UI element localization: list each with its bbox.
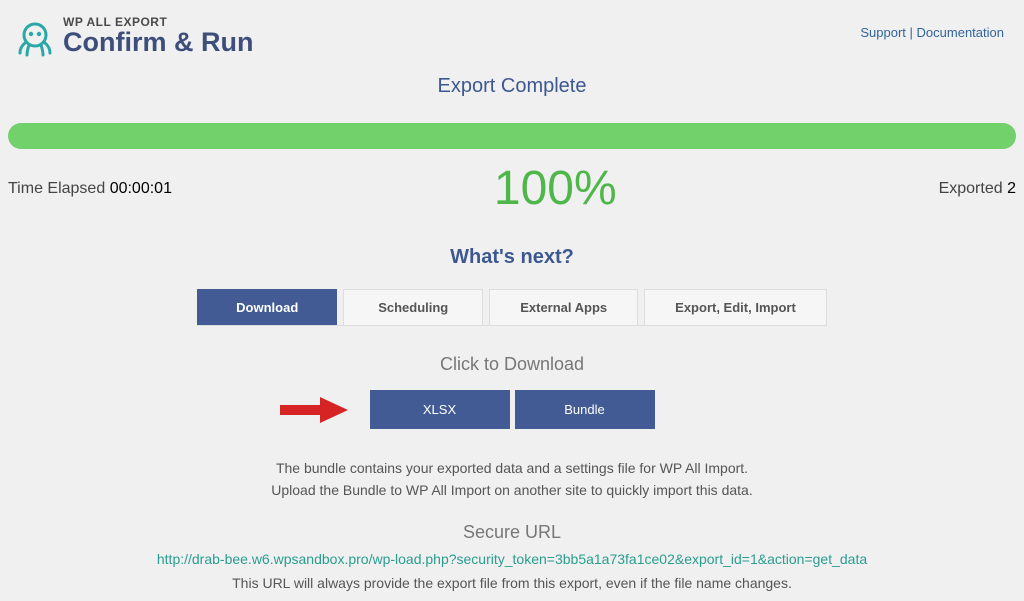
page-title: Confirm & Run [63,29,253,56]
tabs: Download Scheduling External Apps Export… [197,289,827,326]
exported: Exported 2 [939,180,1016,198]
time-elapsed-value: 00:00:01 [110,180,172,197]
progress-percent: 100% [494,161,617,216]
tab-download[interactable]: Download [197,289,337,325]
click-to-download-title: Click to Download [0,354,1024,375]
logo-icon [15,17,55,57]
progress-bar [8,123,1016,149]
whats-next-title: What's next? [0,246,1024,269]
bundle-desc-line1: The bundle contains your exported data a… [0,457,1024,479]
documentation-link[interactable]: Documentation [917,25,1004,40]
xlsx-button[interactable]: XLSX [370,390,510,429]
time-elapsed: Time Elapsed 00:00:01 [8,180,172,198]
download-buttons-row: XLSX Bundle [0,390,1024,429]
secure-url-link[interactable]: http://drab-bee.w6.wpsandbox.pro/wp-load… [0,551,1024,567]
tab-external-apps[interactable]: External Apps [489,289,638,325]
exported-label: Exported [939,180,1003,197]
link-divider: | [910,25,913,40]
time-elapsed-label: Time Elapsed [8,180,105,197]
bundle-desc-line2: Upload the Bundle to WP All Import on an… [0,479,1024,501]
header-links: Support | Documentation [860,25,1004,40]
progress-info: Time Elapsed 00:00:01 100% Exported 2 [0,161,1024,216]
bundle-button[interactable]: Bundle [515,390,655,429]
tab-scheduling[interactable]: Scheduling [343,289,483,325]
bundle-description: The bundle contains your exported data a… [0,457,1024,502]
export-status-title: Export Complete [0,75,1024,98]
header-left: WP ALL EXPORT Confirm & Run [15,15,253,57]
tab-export-edit-import[interactable]: Export, Edit, Import [644,289,827,325]
arrow-callout-icon [280,395,350,425]
secure-url-title: Secure URL [0,522,1024,543]
exported-count: 2 [1007,180,1016,197]
logo-text: WP ALL EXPORT Confirm & Run [63,15,253,56]
secure-url-desc: This URL will always provide the export … [0,575,1024,591]
support-link[interactable]: Support [860,25,906,40]
page-header: WP ALL EXPORT Confirm & Run Support | Do… [0,0,1024,57]
